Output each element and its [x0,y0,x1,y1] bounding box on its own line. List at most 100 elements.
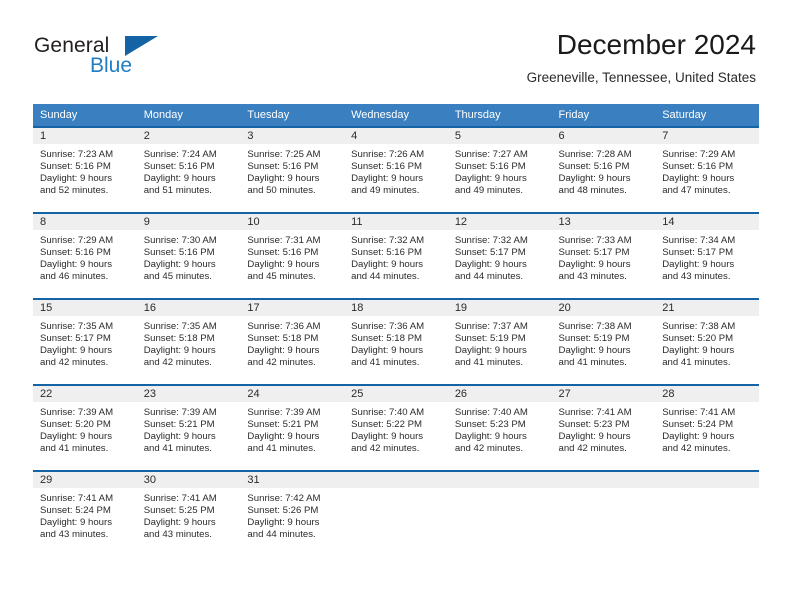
calendar-day-cell[interactable]: 12 Sunrise: 7:32 AM Sunset: 5:17 PM Dayl… [447,212,552,299]
calendar-day-cell[interactable]: 2 Sunrise: 7:24 AM Sunset: 5:16 PM Dayli… [136,126,241,213]
day-number: 15 [33,300,137,316]
sunset-text: Sunset: 5:16 PM [351,247,423,259]
calendar-day-cell[interactable]: 5 Sunrise: 7:27 AM Sunset: 5:16 PM Dayli… [447,126,552,213]
calendar-page: General Blue December 2024 Greeneville, … [0,0,792,612]
calendar-day-cell[interactable]: 15 Sunrise: 7:35 AM Sunset: 5:17 PM Dayl… [33,298,137,385]
daylight-text-line2: and 42 minutes. [247,357,316,369]
daylight-text-line2: and 48 minutes. [558,185,627,197]
calendar-day-cell[interactable]: 10 Sunrise: 7:31 AM Sunset: 5:16 PM Dayl… [240,212,345,299]
daylight-text-line1: Daylight: 9 hours [558,345,631,357]
sunrise-text: Sunrise: 7:40 AM [454,407,528,418]
daylight-text-line2: and 43 minutes. [662,271,731,283]
calendar-day-cell[interactable]: 31 Sunrise: 7:42 AM Sunset: 5:26 PM Dayl… [240,470,345,556]
calendar-day-cell[interactable]: 24 Sunrise: 7:39 AM Sunset: 5:21 PM Dayl… [240,384,345,471]
day-details: Sunrise: 7:39 AM Sunset: 5:21 PM Dayligh… [240,402,344,455]
brand-name-secondary: Blue [90,54,133,77]
day-number: 31 [240,472,345,488]
calendar-day-cell[interactable]: 29 Sunrise: 7:41 AM Sunset: 5:24 PM Dayl… [33,470,137,556]
calendar-week-row: 29 Sunrise: 7:41 AM Sunset: 5:24 PM Dayl… [33,470,759,556]
sunrise-text: Sunrise: 7:38 AM [558,321,632,332]
calendar-day-cell[interactable]: 27 Sunrise: 7:41 AM Sunset: 5:23 PM Dayl… [551,384,656,471]
day-details: Sunrise: 7:41 AM Sunset: 5:24 PM Dayligh… [33,488,137,541]
sunset-text: Sunset: 5:16 PM [662,161,734,173]
day-number: 22 [33,386,137,402]
daylight-text-line2: and 41 minutes. [40,443,109,455]
daylight-text-line1: Daylight: 9 hours [662,173,735,185]
day-number: 1 [33,128,137,144]
day-number: 4 [344,128,448,144]
day-details: Sunrise: 7:29 AM Sunset: 5:16 PM Dayligh… [655,144,759,197]
calendar-day-cell[interactable]: 7 Sunrise: 7:29 AM Sunset: 5:16 PM Dayli… [655,126,759,213]
daylight-text-line1: Daylight: 9 hours [247,259,320,271]
calendar-day-cell[interactable]: 19 Sunrise: 7:37 AM Sunset: 5:19 PM Dayl… [447,298,552,385]
day-number: 24 [240,386,345,402]
weekday-header-thursday: Thursday [447,104,552,127]
day-details: Sunrise: 7:24 AM Sunset: 5:16 PM Dayligh… [137,144,241,197]
daylight-text-line1: Daylight: 9 hours [662,345,735,357]
triangle-logo-icon [125,36,158,56]
daylight-text-line1: Daylight: 9 hours [40,431,112,443]
sunrise-text: Sunrise: 7:27 AM [454,149,528,160]
calendar-day-cell[interactable]: 30 Sunrise: 7:41 AM Sunset: 5:25 PM Dayl… [136,470,241,556]
sunrise-text: Sunrise: 7:28 AM [558,149,632,160]
page-title: December 2024 [556,29,756,60]
calendar-day-cell[interactable]: 9 Sunrise: 7:30 AM Sunset: 5:16 PM Dayli… [136,212,241,299]
calendar-week-row: 22 Sunrise: 7:39 AM Sunset: 5:20 PM Dayl… [33,384,759,471]
day-details: Sunrise: 7:26 AM Sunset: 5:16 PM Dayligh… [344,144,448,197]
day-details: Sunrise: 7:28 AM Sunset: 5:16 PM Dayligh… [552,144,656,197]
sunset-text: Sunset: 5:26 PM [247,505,319,517]
day-details: Sunrise: 7:41 AM Sunset: 5:24 PM Dayligh… [655,402,759,455]
day-number: 9 [136,214,241,230]
calendar-day-cell[interactable]: 21 Sunrise: 7:38 AM Sunset: 5:20 PM Dayl… [655,298,759,385]
calendar-day-cell[interactable]: 16 Sunrise: 7:35 AM Sunset: 5:18 PM Dayl… [136,298,241,385]
daylight-text-line2: and 42 minutes. [454,443,524,455]
daylight-text-line1: Daylight: 9 hours [143,345,216,357]
calendar-day-cell[interactable]: 26 Sunrise: 7:40 AM Sunset: 5:23 PM Dayl… [447,384,552,471]
day-number: 29 [33,472,137,488]
calendar-day-cell[interactable]: 3 Sunrise: 7:25 AM Sunset: 5:16 PM Dayli… [240,126,345,213]
daylight-text-line1: Daylight: 9 hours [247,345,320,357]
daylight-text-line1: Daylight: 9 hours [351,345,424,357]
calendar-day-cell[interactable]: 20 Sunrise: 7:38 AM Sunset: 5:19 PM Dayl… [551,298,656,385]
day-details: Sunrise: 7:39 AM Sunset: 5:20 PM Dayligh… [33,402,137,455]
calendar-day-cell[interactable]: 28 Sunrise: 7:41 AM Sunset: 5:24 PM Dayl… [655,384,759,471]
calendar-day-cell[interactable]: 25 Sunrise: 7:40 AM Sunset: 5:22 PM Dayl… [344,384,448,471]
daylight-text-line2: and 44 minutes. [454,271,524,283]
sunset-text: Sunset: 5:21 PM [247,419,319,431]
daylight-text-line2: and 41 minutes. [351,357,420,369]
calendar-day-cell-empty [655,470,759,556]
calendar-day-cell[interactable]: 22 Sunrise: 7:39 AM Sunset: 5:20 PM Dayl… [33,384,137,471]
calendar-day-cell[interactable]: 17 Sunrise: 7:36 AM Sunset: 5:18 PM Dayl… [240,298,345,385]
sunrise-text: Sunrise: 7:41 AM [558,407,632,418]
sunset-text: Sunset: 5:20 PM [40,419,111,431]
daylight-text-line1: Daylight: 9 hours [143,173,216,185]
daylight-text-line1: Daylight: 9 hours [351,431,424,443]
calendar-day-cell[interactable]: 23 Sunrise: 7:39 AM Sunset: 5:21 PM Dayl… [136,384,241,471]
calendar-week-row: 8 Sunrise: 7:29 AM Sunset: 5:16 PM Dayli… [33,212,759,299]
weekday-header-row: Sunday Monday Tuesday Wednesday Thursday… [33,104,759,127]
day-details: Sunrise: 7:25 AM Sunset: 5:16 PM Dayligh… [240,144,344,197]
daylight-text-line1: Daylight: 9 hours [662,259,735,271]
calendar-day-cell[interactable]: 6 Sunrise: 7:28 AM Sunset: 5:16 PM Dayli… [551,126,656,213]
calendar-day-cell[interactable]: 4 Sunrise: 7:26 AM Sunset: 5:16 PM Dayli… [344,126,448,213]
calendar-day-cell[interactable]: 8 Sunrise: 7:29 AM Sunset: 5:16 PM Dayli… [33,212,137,299]
calendar-day-cell[interactable]: 11 Sunrise: 7:32 AM Sunset: 5:16 PM Dayl… [344,212,448,299]
calendar-grid: Sunday Monday Tuesday Wednesday Thursday… [33,104,759,556]
daylight-text-line1: Daylight: 9 hours [143,259,216,271]
calendar-day-cell-empty [551,470,656,556]
daylight-text-line1: Daylight: 9 hours [40,517,112,529]
calendar-day-cell[interactable]: 1 Sunrise: 7:23 AM Sunset: 5:16 PM Dayli… [33,126,137,213]
daylight-text-line1: Daylight: 9 hours [558,259,631,271]
brand-logo[interactable]: General Blue [34,34,234,82]
daylight-text-line1: Daylight: 9 hours [662,431,735,443]
day-number: 7 [655,128,759,144]
day-number: 26 [447,386,552,402]
calendar-day-cell[interactable]: 13 Sunrise: 7:33 AM Sunset: 5:17 PM Dayl… [551,212,656,299]
daylight-text-line2: and 41 minutes. [143,443,212,455]
calendar-body: 1 Sunrise: 7:23 AM Sunset: 5:16 PM Dayli… [33,126,759,556]
sunrise-text: Sunrise: 7:41 AM [662,407,736,418]
sunrise-text: Sunrise: 7:41 AM [143,493,217,504]
calendar-day-cell[interactable]: 18 Sunrise: 7:36 AM Sunset: 5:18 PM Dayl… [344,298,448,385]
calendar-day-cell[interactable]: 14 Sunrise: 7:34 AM Sunset: 5:17 PM Dayl… [655,212,759,299]
day-details: Sunrise: 7:35 AM Sunset: 5:17 PM Dayligh… [33,316,137,369]
